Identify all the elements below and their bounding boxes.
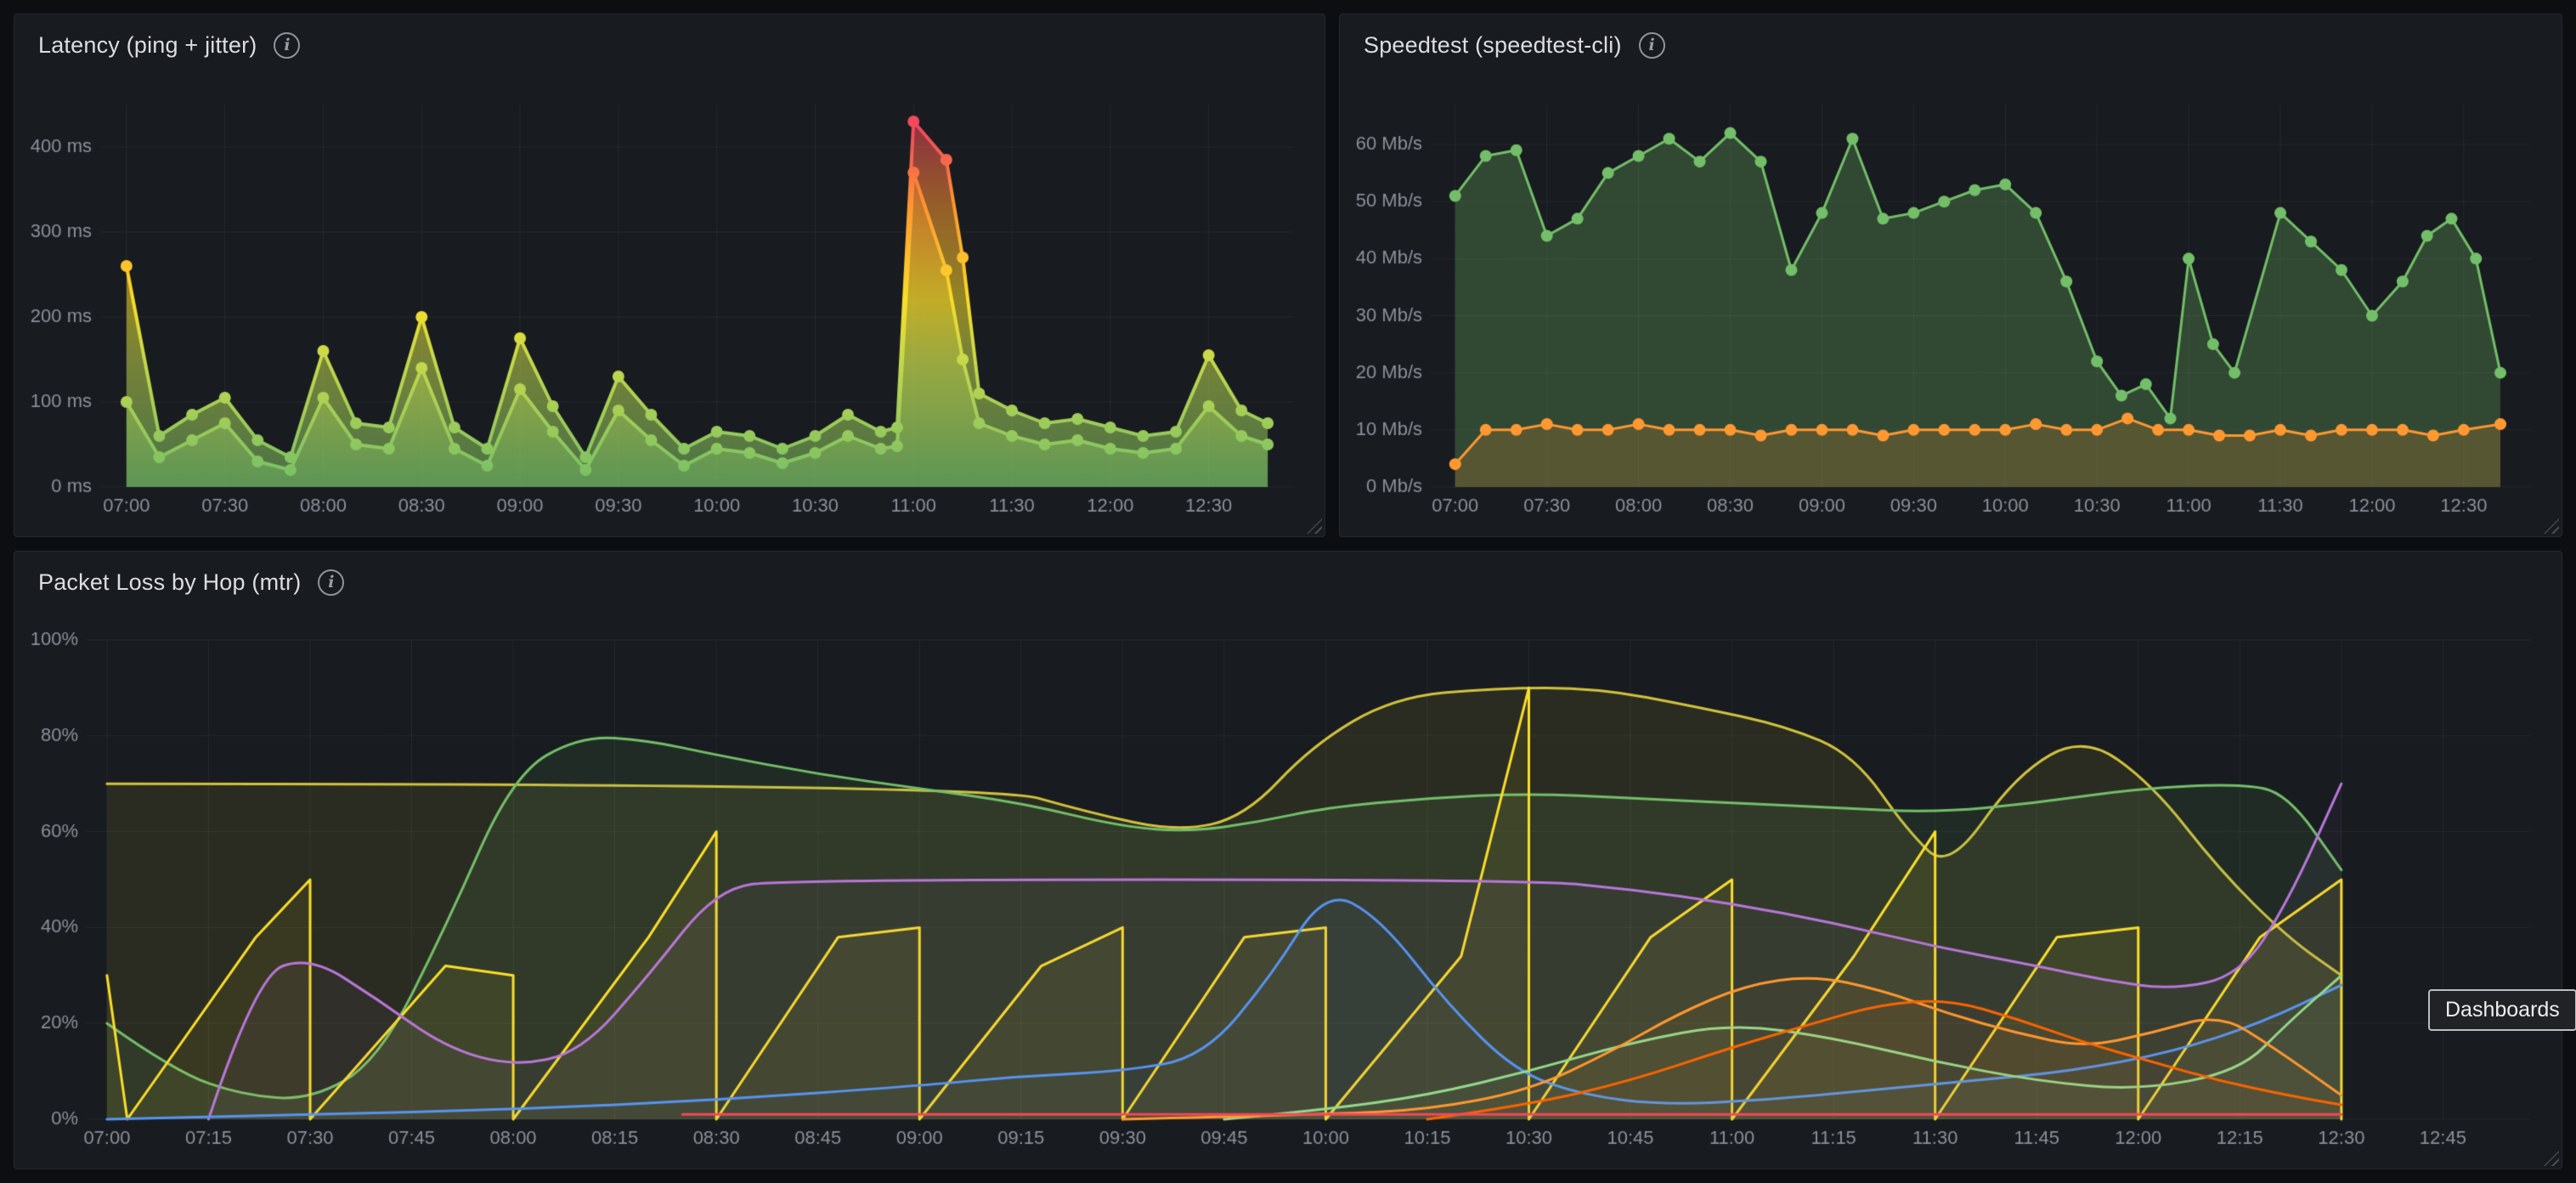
info-icon[interactable]: i [274,32,300,59]
info-icon[interactable]: i [1639,32,1665,59]
dashboards-tooltip[interactable]: Dashboards [2428,989,2576,1031]
panel-header-packet-loss[interactable]: Packet Loss by Hop (mtr) i [14,552,2562,613]
panel-speedtest: Speedtest (speedtest-cli) i [1339,14,2562,537]
latency-chart[interactable] [23,71,1311,528]
speedtest-chart[interactable] [1348,71,2548,528]
packet-loss-chart[interactable] [23,608,2548,1160]
panel-header-speedtest[interactable]: Speedtest (speedtest-cli) i [1340,14,2562,76]
panel-title-packet-loss: Packet Loss by Hop (mtr) [38,569,301,596]
panel-title-latency: Latency (ping + jitter) [38,32,257,59]
latency-chart-area [23,71,1311,528]
panel-packet-loss: Packet Loss by Hop (mtr) i [14,551,2562,1169]
panel-title-speedtest: Speedtest (speedtest-cli) [1364,32,1622,59]
info-icon[interactable]: i [318,569,344,596]
packet-loss-chart-area [23,608,2548,1160]
panel-latency: Latency (ping + jitter) i [14,14,1325,537]
panel-header-latency[interactable]: Latency (ping + jitter) i [14,14,1325,76]
speedtest-chart-area [1348,71,2548,528]
